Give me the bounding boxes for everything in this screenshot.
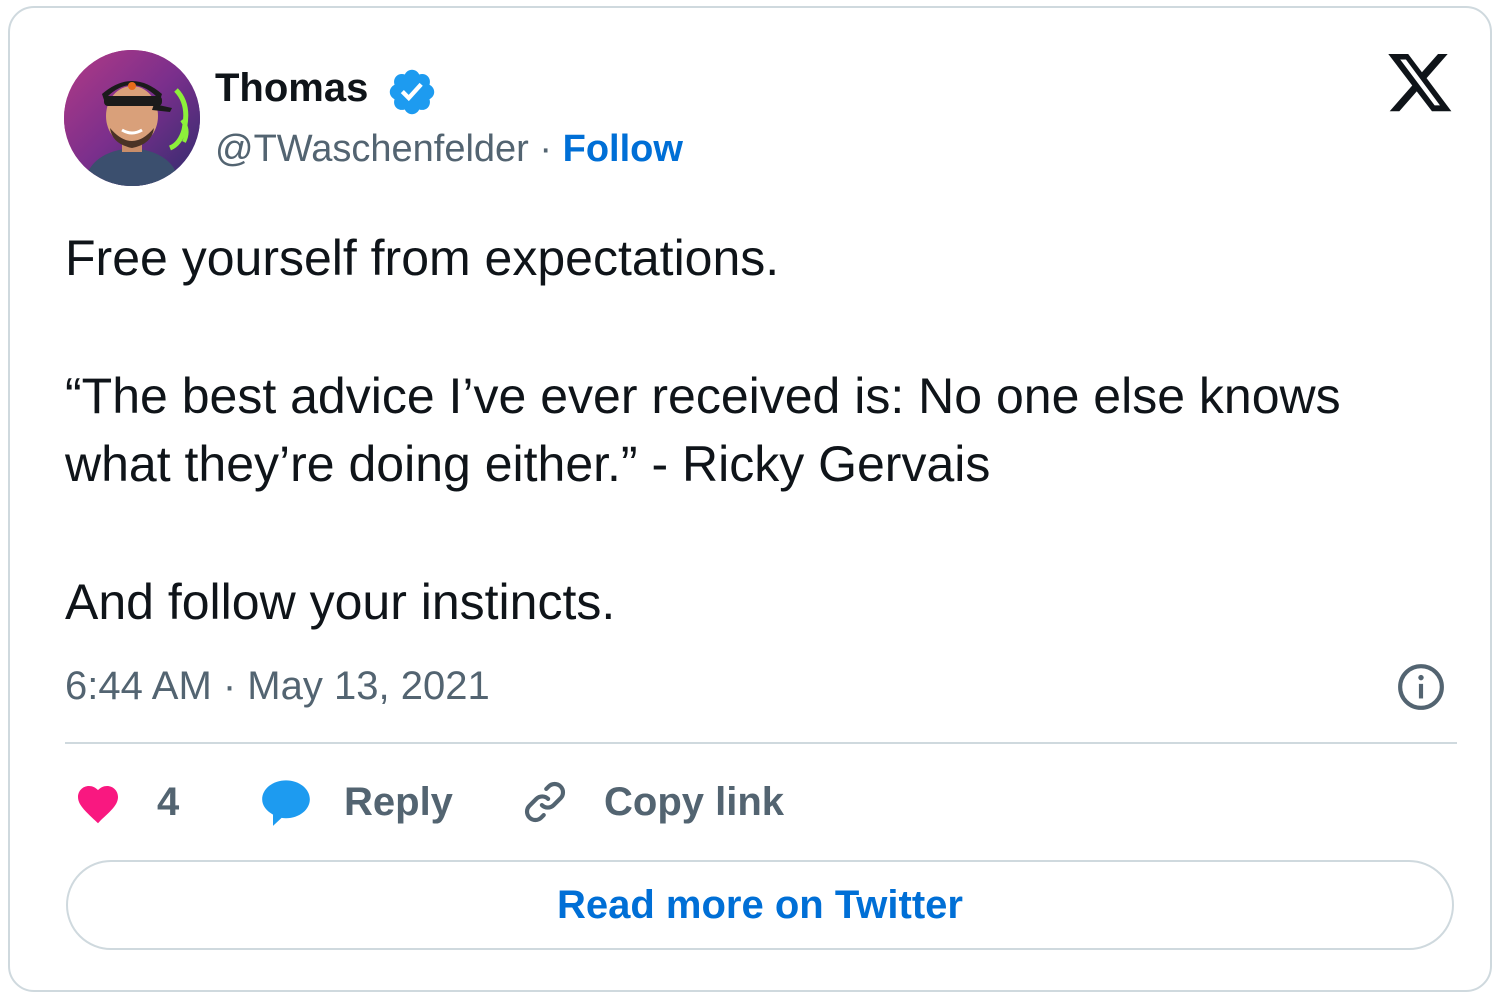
- like-count: 4: [157, 780, 180, 824]
- author-handle-row: @TWaschenfelder · Follow: [215, 124, 683, 174]
- tweet-paragraph: “The best advice I’ve ever received is: …: [65, 368, 1341, 492]
- follow-link[interactable]: Follow: [563, 128, 683, 170]
- verified-badge-icon: [389, 69, 435, 115]
- author-avatar[interactable]: [64, 50, 200, 186]
- handle-separator: ·: [539, 128, 553, 170]
- tweet-actions: 4 Reply Copy link: [65, 770, 1065, 834]
- like-button[interactable]: 4: [73, 770, 179, 834]
- heart-icon: [78, 786, 118, 824]
- author-handle[interactable]: @TWaschenfelder: [215, 128, 529, 170]
- reply-label: Reply: [344, 780, 453, 824]
- tweet-timestamp[interactable]: 6:44 AM · May 13, 2021: [65, 660, 490, 712]
- read-more-button[interactable]: Read more on Twitter: [66, 860, 1454, 950]
- tweet-text: Free yourself from expectations. “The be…: [65, 224, 1455, 636]
- copy-link-button[interactable]: Copy link: [520, 770, 784, 834]
- tweet-paragraph: Free yourself from expectations.: [65, 230, 780, 286]
- link-icon: [524, 781, 566, 823]
- tweet-embed-card: Thomas @TWaschenfelder · Follow Free you…: [8, 6, 1492, 992]
- info-icon[interactable]: [1396, 662, 1446, 712]
- copy-link-label: Copy link: [604, 780, 785, 824]
- x-logo-icon[interactable]: [1388, 54, 1454, 114]
- author-display-name[interactable]: Thomas: [215, 62, 368, 114]
- tweet-paragraph: And follow your instincts.: [65, 574, 616, 630]
- reply-button[interactable]: Reply: [260, 770, 453, 834]
- profile-photo-icon: [64, 50, 200, 186]
- divider: [65, 742, 1457, 744]
- reply-bubble-icon: [262, 780, 310, 826]
